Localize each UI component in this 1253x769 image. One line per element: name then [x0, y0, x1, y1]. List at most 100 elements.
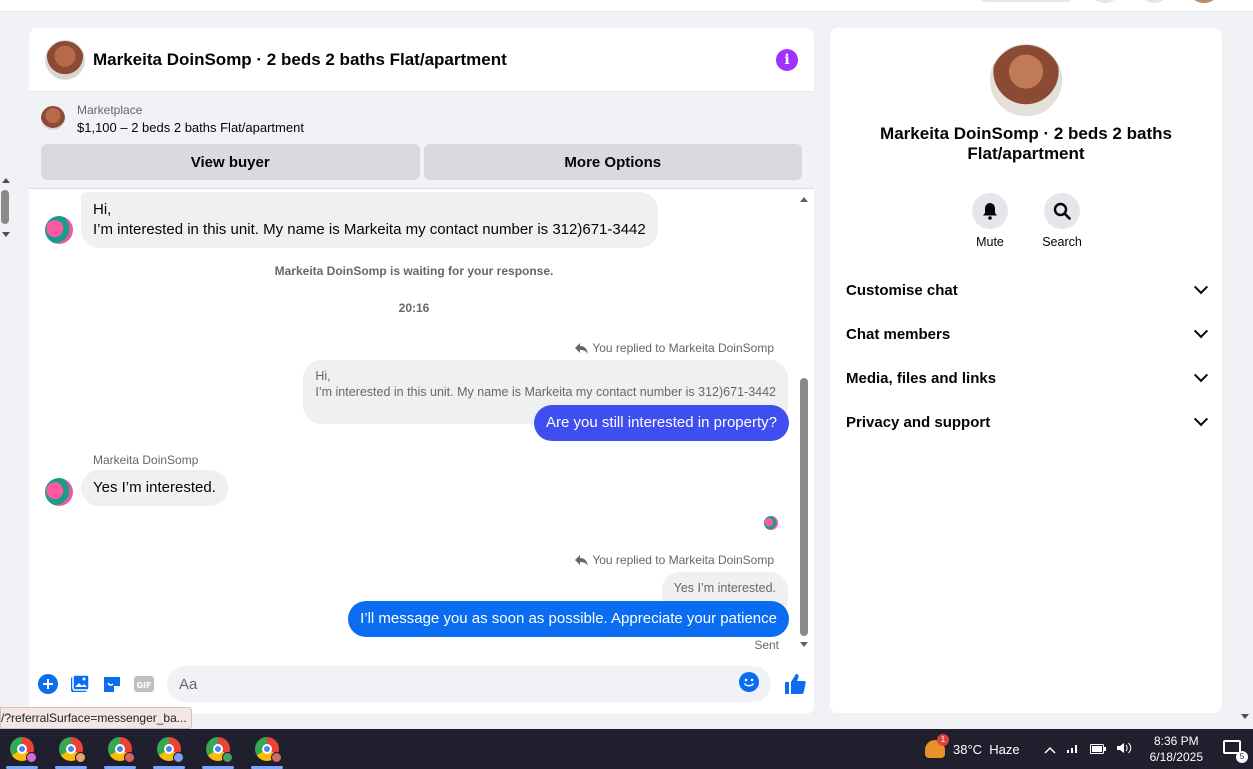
- message-text: I’m interested in this unit. My name is …: [93, 221, 646, 238]
- more-options-button[interactable]: More Options: [423, 144, 802, 180]
- chevron-down-icon: [1193, 412, 1209, 427]
- menu-privacy-support[interactable]: Privacy and support: [830, 400, 1222, 444]
- chat-panel: Markeita DoinSomp · 2 beds 2 baths Flat/…: [29, 28, 814, 714]
- thread-scrollbar[interactable]: [799, 194, 811, 650]
- reply-indicator: You replied to Markeita DoinSomp: [575, 341, 774, 355]
- notification-icon[interactable]: 5: [1223, 740, 1248, 763]
- message-input[interactable]: [179, 675, 739, 693]
- top-bar: [0, 0, 1253, 12]
- message-outgoing[interactable]: Are you still interested in property?: [534, 405, 789, 441]
- profile-badge: [75, 752, 86, 763]
- mute-label: Mute: [976, 235, 1004, 249]
- listing-avatar[interactable]: [45, 39, 85, 80]
- speaker-icon[interactable]: [1116, 741, 1132, 757]
- marketplace-banner: Marketplace $1,100 – 2 beds 2 baths Flat…: [29, 92, 814, 189]
- reply-indicator: You replied to Markeita DoinSomp: [575, 553, 774, 567]
- taskbar-chrome[interactable]: [49, 729, 93, 769]
- chat-header: Markeita DoinSomp · 2 beds 2 baths Flat/…: [29, 28, 814, 92]
- read-receipt-avatar: [764, 516, 778, 530]
- profile-badge: [26, 752, 37, 763]
- contact-avatar[interactable]: [45, 478, 73, 506]
- photo-icon[interactable]: [69, 673, 91, 695]
- top-bar-button[interactable]: [1088, 0, 1122, 3]
- system-tray: 1 38°C Haze 8:36 PM 6/18/2025 5: [924, 729, 1253, 769]
- listing-thumbnail[interactable]: [41, 106, 65, 130]
- chat-info-panel: Markeita DoinSomp · 2 beds 2 baths Flat/…: [830, 28, 1222, 713]
- info-icon[interactable]: i: [776, 48, 798, 71]
- quote-text: I’m interested in this unit. My name is …: [315, 385, 776, 399]
- clock[interactable]: 8:36 PM 6/18/2025: [1150, 733, 1203, 765]
- reply-indicator-text: You replied to Markeita DoinSomp: [592, 341, 774, 355]
- taskbar-chrome[interactable]: [98, 729, 142, 769]
- sticker-icon[interactable]: [101, 673, 123, 695]
- chat-title[interactable]: Markeita DoinSomp · 2 beds 2 baths Flat/…: [93, 50, 507, 70]
- listing-price[interactable]: $1,100 – 2 beds 2 baths Flat/apartment: [77, 118, 304, 138]
- chevron-down-icon: [1193, 280, 1209, 295]
- search-icon[interactable]: [1044, 193, 1080, 229]
- mute-button[interactable]: Mute: [972, 193, 1008, 249]
- search-button[interactable]: Search: [1042, 193, 1082, 249]
- taskbar-chrome[interactable]: [245, 729, 289, 769]
- scroll-up-icon[interactable]: [800, 197, 808, 202]
- scroll-down-icon[interactable]: [2, 232, 10, 237]
- message-input-container[interactable]: [167, 666, 771, 702]
- chevron-down-icon: [1193, 324, 1209, 339]
- reply-indicator-text: You replied to Markeita DoinSomp: [592, 553, 774, 567]
- view-buyer-button[interactable]: View buyer: [41, 144, 420, 180]
- profile-badge: [124, 752, 135, 763]
- battery-icon[interactable]: [1089, 741, 1106, 757]
- search-label: Search: [1042, 235, 1082, 249]
- menu-label: Customise chat: [846, 281, 958, 299]
- page-scrollbar[interactable]: [0, 178, 12, 242]
- message-incoming[interactable]: Hi, I’m interested in this unit. My name…: [81, 192, 658, 248]
- scroll-thumb[interactable]: [1, 190, 9, 224]
- status-url: /?referralSurface=messenger_ba...: [0, 707, 192, 729]
- taskbar-chrome[interactable]: [147, 729, 191, 769]
- top-bar-button[interactable]: [1137, 0, 1171, 3]
- message-text: Hi,: [93, 201, 112, 218]
- taskbar-chrome[interactable]: [0, 729, 44, 769]
- network-icon[interactable]: [1066, 741, 1080, 757]
- scroll-thumb[interactable]: [800, 378, 808, 636]
- menu-label: Privacy and support: [846, 413, 991, 431]
- weather-widget[interactable]: 1 38°C Haze: [924, 734, 1020, 758]
- menu-label: Chat members: [846, 325, 951, 343]
- composer: GIF: [29, 660, 814, 708]
- sender-name: Markeita DoinSomp: [93, 453, 199, 467]
- listing-avatar-large[interactable]: [990, 44, 1062, 116]
- quote-text: Hi,: [315, 369, 331, 383]
- message-thread: Hi, I’m interested in this unit. My name…: [29, 190, 814, 652]
- taskbar: 1 38°C Haze 8:36 PM 6/18/2025 5: [0, 729, 1253, 769]
- profile-badge: [222, 752, 233, 763]
- clock-date: 6/18/2025: [1149, 750, 1203, 764]
- emoji-icon[interactable]: [739, 671, 759, 697]
- gif-icon[interactable]: GIF: [133, 673, 155, 695]
- weather-text: 38°C Haze: [952, 741, 1020, 757]
- reply-icon: [575, 342, 589, 354]
- clock-time: 8:36 PM: [1153, 734, 1199, 748]
- message-status: Sent: [754, 638, 779, 652]
- profile-badge: [173, 752, 184, 763]
- menu-customise-chat[interactable]: Customise chat: [830, 268, 1222, 312]
- svg-text:GIF: GIF: [136, 681, 151, 690]
- chevron-down-icon: [1193, 368, 1209, 383]
- message-outgoing[interactable]: I’ll message you as soon as possible. Ap…: [348, 601, 789, 637]
- top-bar-pill[interactable]: [978, 0, 1074, 2]
- thumbs-up-icon[interactable]: [783, 672, 807, 696]
- waiting-notice: Markeita DoinSomp is waiting for your re…: [274, 264, 554, 278]
- menu-chat-members[interactable]: Chat members: [830, 312, 1222, 356]
- scroll-down-icon[interactable]: [1241, 714, 1249, 719]
- bell-icon[interactable]: [972, 193, 1008, 229]
- taskbar-chrome[interactable]: [196, 729, 240, 769]
- chevron-up-icon[interactable]: [1044, 741, 1056, 757]
- message-incoming[interactable]: Yes I’m interested.: [81, 470, 228, 506]
- profile-badge: [271, 752, 282, 763]
- menu-label: Media, files and links: [846, 369, 997, 387]
- scroll-down-icon[interactable]: [800, 642, 808, 647]
- profile-avatar[interactable]: [1187, 0, 1221, 3]
- scroll-up-icon[interactable]: [2, 178, 10, 183]
- plus-icon[interactable]: [37, 673, 59, 695]
- marketplace-label: Marketplace: [77, 103, 143, 117]
- contact-avatar[interactable]: [45, 216, 73, 244]
- menu-media-files-links[interactable]: Media, files and links: [830, 356, 1222, 400]
